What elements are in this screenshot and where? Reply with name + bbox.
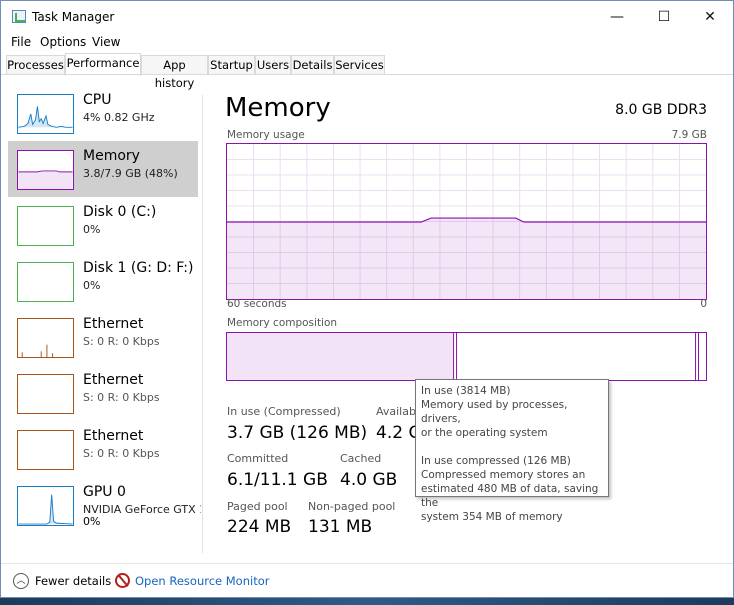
time-axis-left: 60 seconds <box>227 298 287 310</box>
tooltip-line: Compressed memory stores an <box>421 469 586 481</box>
tab-services[interactable]: Services <box>334 55 385 75</box>
tooltip-line: or the operating system <box>421 427 548 439</box>
memory-composition-bar <box>226 332 707 381</box>
disk-0-thumbnail-graph <box>17 206 74 246</box>
available-label: Availabl <box>376 405 420 418</box>
committed-label: Committed <box>227 452 289 465</box>
resource-memory[interactable]: Memory 3.8/7.9 GB (48%) <box>8 141 198 197</box>
tooltip-line: In use (3814 MB) <box>421 385 511 397</box>
paged-pool-label: Paged pool <box>227 500 288 513</box>
resource-subtitle-usage: 0% <box>83 515 101 528</box>
resource-disk-0[interactable]: Disk 0 (C:) 0% <box>8 197 198 253</box>
resource-disk-1[interactable]: Disk 1 (G: D: F:) 0% <box>8 253 198 309</box>
resource-title: GPU 0 <box>83 484 126 500</box>
tab-processes[interactable]: Processes <box>6 55 65 75</box>
resource-subtitle: 0% <box>83 279 101 292</box>
chevron-up-icon[interactable]: ︿ <box>13 573 29 589</box>
resource-ethernet-1[interactable]: Ethernet S: 0 R: 0 Kbps <box>8 309 198 365</box>
cpu-thumbnail-graph <box>17 94 74 134</box>
time-axis-right: 0 <box>700 298 707 310</box>
gpu-thumbnail-graph <box>17 486 74 526</box>
resource-subtitle: NVIDIA GeForce GTX 10! <box>83 503 201 516</box>
memory-usage-max: 7.9 GB <box>671 129 707 141</box>
resource-title: Ethernet <box>83 372 144 388</box>
memory-usage-label: Memory usage <box>227 129 305 141</box>
fewer-details-link[interactable]: Fewer details <box>35 574 111 588</box>
task-manager-app-icon <box>12 10 26 23</box>
resource-ethernet-2[interactable]: Ethernet S: 0 R: 0 Kbps <box>8 365 198 421</box>
ethernet-1-thumbnail-graph <box>17 318 74 358</box>
resource-title: Ethernet <box>83 428 144 444</box>
resource-title: Disk 0 (C:) <box>83 204 157 220</box>
resource-subtitle: 4% 0.82 GHz <box>83 111 155 124</box>
composition-tooltip: In use (3814 MB) Memory used by processe… <box>415 379 609 523</box>
paged-pool-value: 224 MB <box>227 517 292 537</box>
composition-in-use[interactable] <box>227 333 454 380</box>
memory-spec: 8.0 GB DDR3 <box>615 102 707 118</box>
resource-subtitle: 3.8/7.9 GB (48%) <box>83 167 178 180</box>
tab-strip: Processes Performance App history Startu… <box>6 53 386 90</box>
open-resource-monitor-link[interactable]: Open Resource Monitor <box>135 574 269 588</box>
memory-thumbnail-graph <box>17 150 74 190</box>
tooltip-line: Memory used by processes, drivers, <box>421 399 568 425</box>
memory-composition-label: Memory composition <box>227 317 338 329</box>
resource-monitor-icon[interactable] <box>115 573 130 588</box>
resource-title: Ethernet <box>83 316 144 332</box>
resource-subtitle: 0% <box>83 223 101 236</box>
window-title: Task Manager <box>32 10 115 24</box>
resource-title: Disk 1 (G: D: F:) <box>83 260 194 276</box>
tab-details[interactable]: Details <box>291 55 334 75</box>
resource-subtitle: S: 0 R: 0 Kbps <box>83 447 160 460</box>
resource-gpu-0[interactable]: GPU 0 NVIDIA GeForce GTX 10! 0% <box>8 477 201 539</box>
tooltip-line: estimated 480 MB of data, saving the <box>421 483 599 509</box>
menu-view[interactable]: View <box>92 35 120 49</box>
footer-bar: ︿ Fewer details Open Resource Monitor <box>1 563 733 597</box>
memory-usage-graph <box>226 143 707 300</box>
resource-title: Memory <box>83 148 140 164</box>
close-button[interactable]: ✕ <box>687 1 733 33</box>
committed-value: 6.1/11.1 GB <box>227 470 328 490</box>
in-use-label: In use (Compressed) <box>227 405 341 418</box>
cached-value: 4.0 GB <box>340 470 398 490</box>
non-paged-pool-label: Non-paged pool <box>308 500 396 513</box>
tooltip-line: In use compressed (126 MB) <box>421 455 571 467</box>
ethernet-3-thumbnail-graph <box>17 430 74 470</box>
desktop-background <box>0 598 734 605</box>
in-use-value: 3.7 GB (126 MB) <box>227 423 368 443</box>
resource-subtitle: S: 0 R: 0 Kbps <box>83 335 160 348</box>
tab-performance[interactable]: Performance <box>65 53 141 76</box>
menu-bar: File Options View <box>1 33 733 53</box>
resource-list: CPU 4% 0.82 GHz Memory 3.8/7.9 GB (48%) … <box>1 85 201 555</box>
resource-ethernet-3[interactable]: Ethernet S: 0 R: 0 Kbps <box>8 421 198 477</box>
page-title: Memory <box>225 93 331 123</box>
disk-1-thumbnail-graph <box>17 262 74 302</box>
tab-users[interactable]: Users <box>255 55 291 75</box>
minimize-button[interactable]: — <box>594 1 640 33</box>
task-manager-window: Task Manager — ☐ ✕ File Options View Pro… <box>0 0 734 598</box>
non-paged-pool-value: 131 MB <box>308 517 373 537</box>
pane-divider <box>202 95 203 553</box>
tooltip-line: system 354 MB of memory <box>421 511 563 523</box>
resource-cpu[interactable]: CPU 4% 0.82 GHz <box>8 85 198 141</box>
ethernet-2-thumbnail-graph <box>17 374 74 414</box>
tab-divider <box>1 74 733 75</box>
tab-startup[interactable]: Startup <box>208 55 255 75</box>
maximize-button[interactable]: ☐ <box>641 1 687 33</box>
menu-file[interactable]: File <box>11 35 31 49</box>
menu-options[interactable]: Options <box>40 35 86 49</box>
resource-title: CPU <box>83 92 112 108</box>
tab-app-history[interactable]: App history <box>141 55 208 90</box>
resource-subtitle: S: 0 R: 0 Kbps <box>83 391 160 404</box>
cached-label: Cached <box>340 452 382 465</box>
title-bar[interactable]: Task Manager — ☐ ✕ <box>1 1 733 33</box>
